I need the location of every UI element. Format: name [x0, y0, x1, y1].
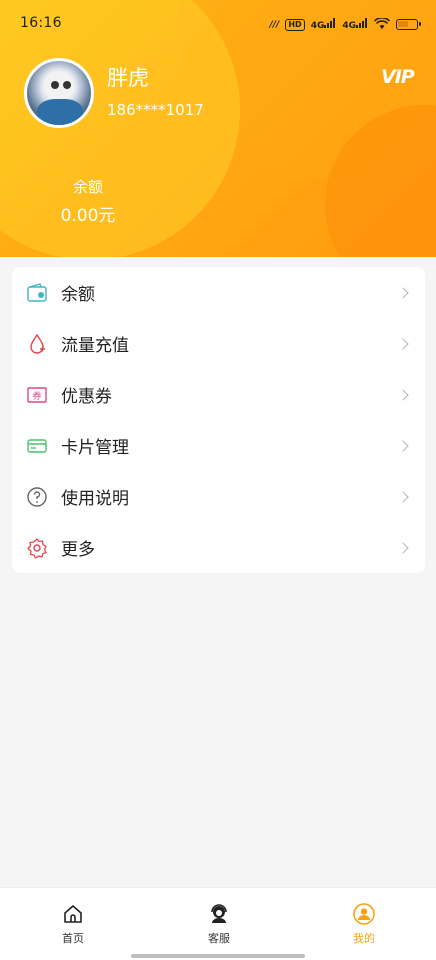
tab-label: 我的	[353, 932, 375, 945]
network-label: 4G	[342, 21, 356, 31]
signal-icon: 4G	[342, 18, 368, 31]
avatar-eye	[51, 81, 59, 89]
status-time: 16:16	[20, 15, 62, 31]
home-indicator[interactable]	[131, 954, 305, 958]
menu-item-label: 流量充值	[61, 336, 129, 356]
tab-customer-service[interactable]: 客服	[189, 902, 249, 946]
phone-number: 186****1017	[107, 101, 204, 119]
chevron-right-icon	[397, 286, 409, 299]
svg-text:券: 券	[32, 390, 41, 402]
avatar-body	[37, 99, 83, 125]
home-icon	[61, 902, 85, 926]
tab-label: 首页	[62, 932, 84, 945]
balance-value[interactable]: 0.00元	[48, 201, 128, 226]
menu-item-card-management[interactable]: 卡片管理	[12, 420, 425, 471]
chevron-right-icon	[397, 388, 409, 401]
tab-mine[interactable]: 我的	[334, 902, 394, 946]
user-icon	[352, 902, 376, 926]
menu-item-balance[interactable]: 余额	[12, 267, 425, 318]
status-bar: 16:16 /// HD 4G 4G	[0, 0, 436, 46]
username: 胖虎	[107, 66, 149, 90]
card-icon	[26, 435, 48, 457]
gear-icon	[26, 537, 48, 559]
customer-service-icon	[207, 902, 231, 926]
menu-item-label: 更多	[61, 540, 95, 560]
menu-item-label: 余额	[61, 285, 95, 305]
tab-label: 客服	[208, 932, 230, 945]
hd-badge: HD	[285, 18, 305, 31]
coupon-icon: 券	[26, 384, 48, 406]
nfc-icon: ///	[269, 19, 280, 30]
avatar-eye	[63, 81, 71, 89]
help-icon	[26, 486, 48, 508]
menu-item-label: 优惠券	[61, 387, 112, 407]
network-label: 4G	[310, 21, 325, 31]
menu-card: 余额 流量充值 券 优惠券 卡片管理 使用说明 更多	[12, 267, 425, 573]
chevron-right-icon	[397, 541, 409, 554]
profile-header: 16:16 /// HD 4G 4G 胖虎 186****1017 VIP 余额…	[0, 0, 436, 257]
balance-label: 余额	[72, 178, 103, 196]
vip-badge[interactable]: VIP	[381, 66, 415, 88]
tab-home[interactable]: 首页	[43, 902, 103, 946]
chevron-right-icon	[397, 490, 409, 503]
menu-item-label: 使用说明	[61, 489, 129, 509]
chevron-right-icon	[397, 337, 409, 350]
wifi-icon	[373, 15, 391, 34]
menu-item-more[interactable]: 更多	[12, 522, 425, 573]
menu-item-data-recharge[interactable]: 流量充值	[12, 318, 425, 369]
wallet-icon	[26, 282, 48, 304]
signal-icon: 4G	[311, 18, 337, 31]
status-icons: /// HD 4G 4G	[269, 15, 421, 34]
avatar[interactable]	[24, 58, 94, 128]
battery-icon	[396, 19, 421, 30]
menu-item-instructions[interactable]: 使用说明	[12, 471, 425, 522]
menu-item-coupons[interactable]: 券 优惠券	[12, 369, 425, 420]
drop-plus-icon	[26, 333, 48, 355]
menu-item-label: 卡片管理	[61, 438, 129, 458]
chevron-right-icon	[397, 439, 409, 452]
bottom-tab-bar: 首页 客服 我的	[0, 887, 436, 960]
